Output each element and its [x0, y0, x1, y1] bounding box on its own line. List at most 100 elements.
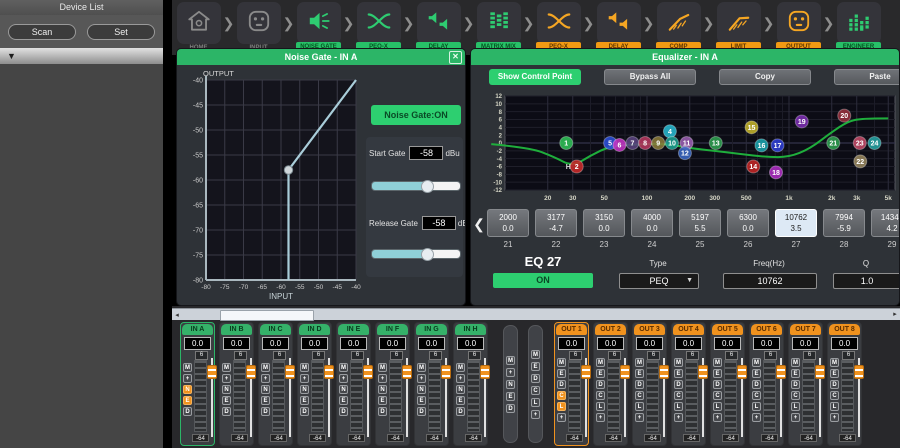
key-l-button[interactable]: L — [830, 402, 839, 411]
release-gate-slider-handle[interactable] — [421, 248, 434, 261]
toolbar-tile[interactable] — [837, 2, 881, 44]
channel-gain-value[interactable]: 0.0 — [753, 337, 780, 350]
eq-point-14[interactable]: 14 — [747, 160, 760, 173]
master-strip-1[interactable]: M+NED — [503, 325, 518, 443]
band-button-24[interactable]: 40000.0 — [631, 209, 673, 237]
fader-handle[interactable] — [776, 365, 786, 379]
copy-button[interactable]: Copy — [719, 69, 811, 85]
key-e-button[interactable]: E — [752, 369, 761, 378]
key-d-button[interactable]: D — [506, 404, 515, 413]
toolbar-item-home[interactable]: HOME — [175, 0, 222, 55]
key-c-button[interactable]: C — [674, 391, 683, 400]
eq-point-22[interactable]: 22 — [854, 155, 867, 168]
fader-handle[interactable] — [698, 365, 708, 379]
channel-gain-value[interactable]: 0.0 — [714, 337, 741, 350]
key-c-button[interactable]: C — [713, 391, 722, 400]
toolbar-item-matrix-mix[interactable]: MATRIX MIX — [475, 0, 522, 55]
key-d-button[interactable]: D — [674, 380, 683, 389]
eq-point-4[interactable]: 4 — [663, 125, 676, 138]
key-m-button[interactable]: M — [261, 363, 270, 372]
key-m-button[interactable]: M — [674, 358, 683, 367]
scroll-left-arrow-icon[interactable]: ◂ — [172, 311, 182, 319]
fader-handle[interactable] — [815, 365, 825, 379]
channel-gain-value[interactable]: 0.0 — [558, 337, 585, 350]
toolbar-item-output[interactable]: OUTPUT — [775, 0, 822, 55]
toolbar-tile[interactable] — [597, 2, 641, 44]
channel-gain-value[interactable]: 0.0 — [675, 337, 702, 350]
close-icon[interactable]: ✕ — [449, 51, 462, 64]
key-n-button[interactable]: N — [300, 385, 309, 394]
device-group-collapse-bar[interactable]: ▼ — [0, 48, 163, 64]
scan-button[interactable]: Scan — [8, 24, 76, 40]
key-plus-button[interactable]: + — [752, 413, 761, 422]
start-gate-field[interactable]: -58 — [409, 146, 443, 160]
key-n-button[interactable]: N — [506, 380, 515, 389]
key-d-button[interactable]: D — [456, 407, 465, 416]
toolbar-item-peq-x[interactable]: PEQ-X — [355, 0, 402, 55]
start-gate-slider[interactable] — [371, 181, 461, 191]
channel-gain-value[interactable]: 0.0 — [636, 337, 663, 350]
fader-handle[interactable] — [441, 365, 451, 379]
eq-point-10[interactable]: 10 — [666, 137, 679, 150]
band-button-26[interactable]: 63000.0 — [727, 209, 769, 237]
key-plus-button[interactable]: + — [222, 374, 231, 383]
start-gate-slider-handle[interactable] — [421, 180, 434, 193]
key-c-button[interactable]: C — [791, 391, 800, 400]
eq-point-19[interactable]: 19 — [795, 115, 808, 128]
key-l-button[interactable]: L — [791, 402, 800, 411]
release-gate-field[interactable]: -58 — [422, 216, 456, 230]
master-strip-2[interactable]: MEDCL+ — [528, 325, 543, 443]
eq-point-18[interactable]: 18 — [770, 166, 783, 179]
toolbar-tile[interactable] — [477, 2, 521, 44]
key-m-button[interactable]: M — [635, 358, 644, 367]
key-n-button[interactable]: N — [417, 385, 426, 394]
channel-strip-in-f[interactable]: IN F0.06-64M+NED — [375, 322, 410, 446]
key-m-button[interactable]: M — [339, 363, 348, 372]
key-m-button[interactable]: M — [300, 363, 309, 372]
key-l-button[interactable]: L — [635, 402, 644, 411]
bypass-all-button[interactable]: Bypass All — [604, 69, 696, 85]
channel-gain-value[interactable]: 0.0 — [262, 337, 289, 350]
channel-strip-out-7[interactable]: OUT 70.06-64MEDCL+ — [788, 322, 823, 446]
key-plus-button[interactable]: + — [378, 374, 387, 383]
fader-handle[interactable] — [402, 365, 412, 379]
key-m-button[interactable]: M — [531, 350, 540, 359]
channel-gain-value[interactable]: 0.0 — [597, 337, 624, 350]
channel-gain-value[interactable]: 0.0 — [831, 337, 858, 350]
fader-handle[interactable] — [581, 365, 591, 379]
key-d-button[interactable]: D — [791, 380, 800, 389]
toolbar-item-engineer[interactable]: ENGINEER — [835, 0, 882, 55]
toolbar-tile[interactable] — [357, 2, 401, 44]
freq-field[interactable]: 10762 — [723, 273, 817, 289]
key-plus-button[interactable]: + — [417, 374, 426, 383]
band-button-22[interactable]: 3177-4.7 — [535, 209, 577, 237]
key-m-button[interactable]: M — [596, 358, 605, 367]
key-l-button[interactable]: L — [596, 402, 605, 411]
channel-strip-out-4[interactable]: OUT 40.06-64MEDCL+ — [671, 322, 706, 446]
key-d-button[interactable]: D — [752, 380, 761, 389]
eq-point-17[interactable]: 17 — [771, 139, 784, 152]
key-d-button[interactable]: D — [378, 407, 387, 416]
key-plus-button[interactable]: + — [261, 374, 270, 383]
channel-gain-value[interactable]: 0.0 — [457, 337, 484, 350]
toolbar-tile[interactable] — [417, 2, 461, 44]
key-plus-button[interactable]: + — [183, 374, 192, 383]
key-plus-button[interactable]: + — [596, 413, 605, 422]
toolbar-tile[interactable] — [777, 2, 821, 44]
key-n-button[interactable]: N — [222, 385, 231, 394]
channel-strip-out-2[interactable]: OUT 20.06-64MEDCL+ — [593, 322, 628, 446]
key-plus-button[interactable]: + — [557, 413, 566, 422]
eq-point-1[interactable]: 1 — [560, 137, 573, 150]
key-m-button[interactable]: M — [456, 363, 465, 372]
channel-gain-value[interactable]: 0.0 — [223, 337, 250, 350]
key-d-button[interactable]: D — [713, 380, 722, 389]
key-d-button[interactable]: D — [261, 407, 270, 416]
toolbar-item-input[interactable]: INPUT — [235, 0, 282, 55]
key-n-button[interactable]: N — [183, 385, 192, 394]
band-button-27[interactable]: 107623.5 — [775, 209, 817, 237]
band-button-29[interactable]: 143404.2 — [871, 209, 900, 237]
key-e-button[interactable]: E — [417, 396, 426, 405]
fader-handle[interactable] — [324, 365, 334, 379]
channel-strip-in-c[interactable]: IN C0.06-64M+NED — [258, 322, 293, 446]
key-plus-button[interactable]: + — [713, 413, 722, 422]
